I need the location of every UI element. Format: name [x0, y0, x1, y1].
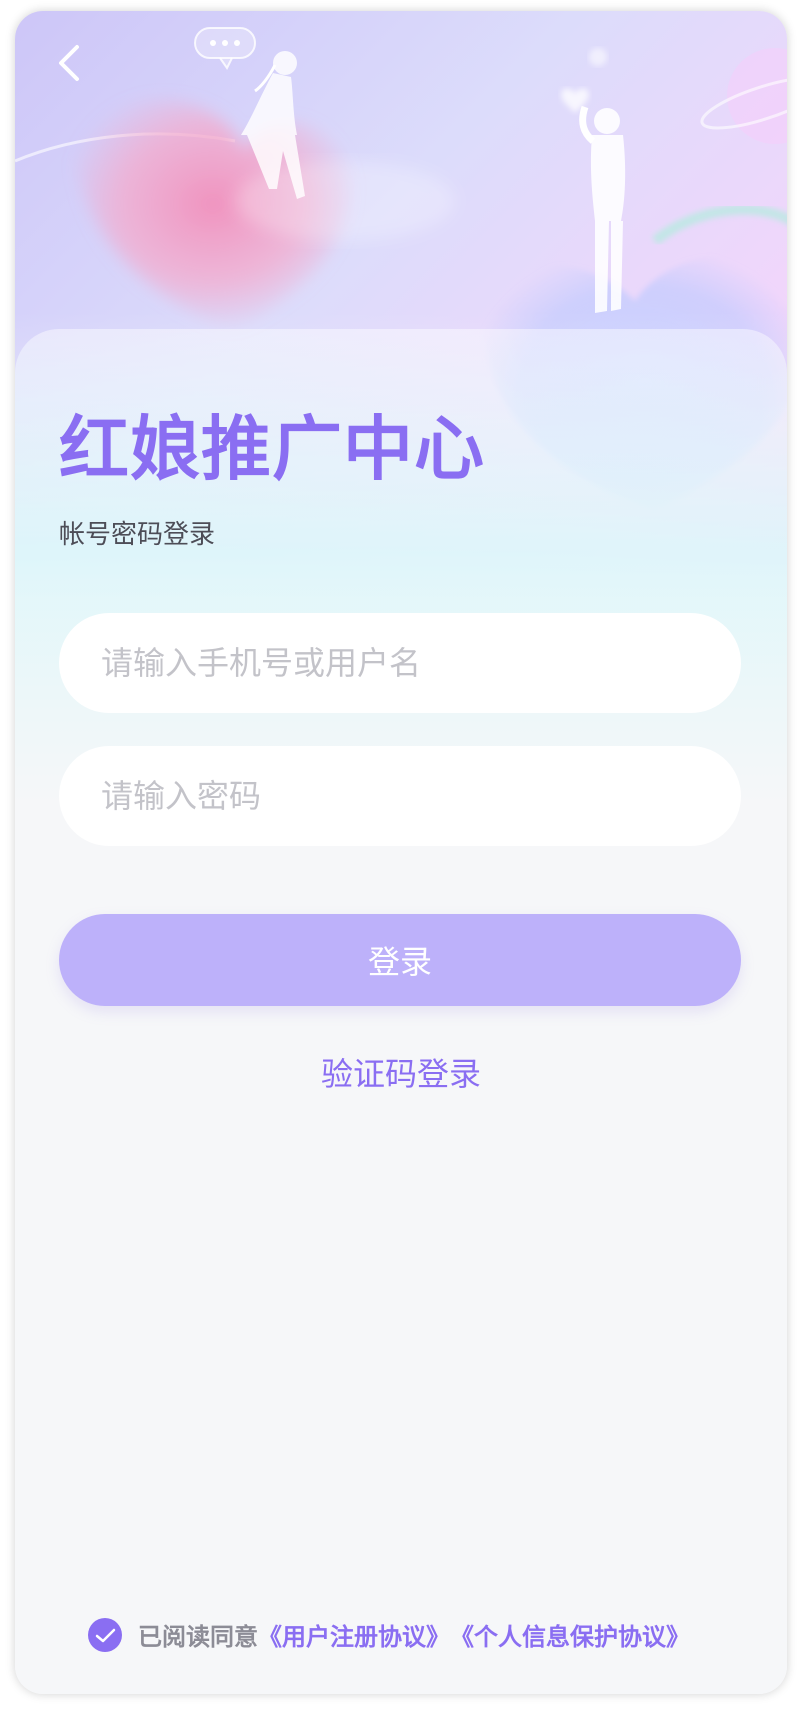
login-screen: 红娘推广中心 帐号密码登录 登录 验证码登录 已阅读同意 《用户注册协议》 《个… [15, 11, 787, 1694]
code-login-link[interactable]: 验证码登录 [15, 1049, 787, 1095]
agreement-checkbox[interactable] [88, 1617, 122, 1652]
bubble [589, 48, 607, 66]
agreement-row: 已阅读同意 《用户注册协议》 《个人信息保护协议》 [88, 1617, 690, 1652]
rainbow-arc [651, 204, 787, 245]
privacy-agreement-link[interactable]: 《个人信息保护协议》 [450, 1617, 690, 1652]
user-agreement-link[interactable]: 《用户注册协议》 [258, 1617, 450, 1652]
check-icon [95, 1628, 116, 1642]
back-button[interactable] [45, 37, 97, 89]
speech-bubble-icon [194, 27, 256, 70]
password-input[interactable] [59, 746, 741, 846]
page-title: 红娘推广中心 [59, 408, 485, 490]
login-button[interactable]: 登录 [59, 914, 741, 1006]
planet-icon [700, 48, 787, 144]
chevron-left-icon [59, 45, 79, 81]
username-input[interactable] [59, 613, 741, 713]
login-mode-label: 帐号密码登录 [59, 520, 216, 550]
agreement-prefix: 已阅读同意 [138, 1623, 258, 1651]
